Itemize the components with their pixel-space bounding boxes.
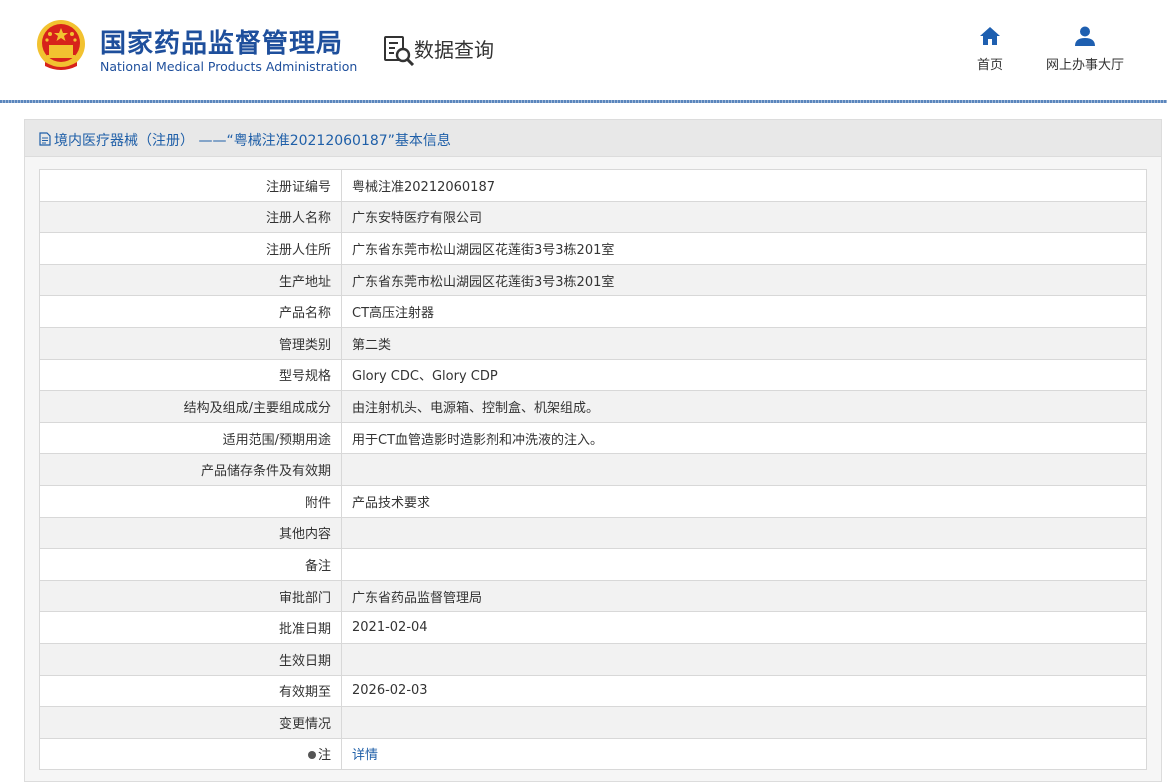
row-label: 产品名称: [39, 295, 342, 328]
site-header: 国家药品监督管理局 National Medical Products Admi…: [0, 0, 1167, 101]
home-icon: [980, 27, 1000, 45]
row-label: 附件: [39, 484, 342, 518]
row-value: 广东安特医疗有限公司: [341, 200, 1147, 234]
row-value: 广东省东莞市松山湖园区花莲街3号3栋201室: [341, 232, 1147, 265]
row-label: 型号规格: [39, 358, 342, 392]
table-row: 生产地址 广东省东莞市松山湖园区花莲街3号3栋201室: [39, 263, 1147, 297]
row-value: 2026-02-03: [341, 674, 1147, 708]
header-divider: [0, 100, 1167, 103]
row-label: 注册证编号: [39, 169, 342, 202]
registration-info-table: 注册证编号 粤械注准20212060187 注册人名称 广东安特医疗有限公司 注册人住所…: [39, 169, 1147, 771]
row-label: 审批部门: [39, 579, 342, 613]
national-emblem-icon: [37, 20, 85, 70]
document-icon: [39, 132, 51, 146]
table-row: 批准日期 2021-02-04: [39, 611, 1147, 644]
note-value-cell: 详情: [341, 737, 1147, 771]
note-label: 注: [317, 748, 331, 764]
row-value: CT高压注射器: [341, 295, 1147, 328]
row-value: [341, 516, 1147, 550]
user-icon: [1075, 26, 1095, 46]
row-value: 广东省药品监督管理局: [341, 579, 1147, 613]
row-label: 批准日期: [39, 611, 342, 644]
table-row: 审批部门 广东省药品监督管理局: [39, 579, 1147, 613]
row-label: 产品储存条件及有效期: [39, 453, 342, 486]
table-row: 结构及组成/主要组成成分 由注射机头、电源箱、控制盒、机架组成。: [39, 390, 1147, 423]
table-row: 有效期至 2026-02-03: [39, 674, 1147, 708]
nav-home[interactable]: 首页: [970, 24, 1010, 73]
table-row: 生效日期: [39, 642, 1147, 676]
table-row: 备注: [39, 548, 1147, 581]
row-value: 用于CT血管造影时造影剂和冲洗液的注入。: [341, 421, 1147, 455]
row-value: [341, 706, 1147, 739]
row-label: 生效日期: [39, 642, 342, 676]
row-value: 广东省东莞市松山湖园区花莲街3号3栋201室: [341, 263, 1147, 297]
row-label: 变更情况: [39, 706, 342, 739]
table-row: 注册人名称 广东安特医疗有限公司: [39, 200, 1147, 234]
row-value: 由注射机头、电源箱、控制盒、机架组成。: [341, 390, 1147, 423]
row-value: [341, 453, 1147, 486]
table-row: 管理类别 第二类: [39, 326, 1147, 360]
table-row: 产品储存条件及有效期: [39, 453, 1147, 486]
nav-home-label: 首页: [976, 58, 1003, 73]
row-label: 适用范围/预期用途: [39, 421, 342, 455]
info-panel: 境内医疗器械（注册） ——“粤械注准20212060187”基本信息 注册证编号…: [24, 119, 1162, 782]
row-value: [341, 548, 1147, 581]
table-row: 注册人住所 广东省东莞市松山湖园区花莲街3号3栋201室: [39, 232, 1147, 265]
row-value: 粤械注准20212060187: [341, 169, 1147, 202]
note-label-cell: 注: [39, 737, 342, 771]
table-row: 注册证编号 粤械注准20212060187: [39, 169, 1147, 202]
panel-title: 境内医疗器械（注册） ——“粤械注准20212060187”基本信息: [54, 133, 451, 149]
row-value: 2021-02-04: [341, 611, 1147, 644]
table-row: 附件 产品技术要求: [39, 484, 1147, 518]
details-link[interactable]: 详情: [352, 748, 378, 763]
row-value: 产品技术要求: [341, 484, 1147, 518]
row-value: 第二类: [341, 326, 1147, 360]
table-row: 其他内容: [39, 516, 1147, 550]
row-value: Glory CDC、Glory CDP: [341, 358, 1147, 392]
row-label: 管理类别: [39, 326, 342, 360]
panel-header: 境内医疗器械（注册） ——“粤械注准20212060187”基本信息: [25, 120, 1161, 157]
data-query-label[interactable]: 数据查询: [414, 34, 494, 63]
row-label: 生产地址: [39, 263, 342, 297]
nav-online-service-hall[interactable]: 网上办事大厅: [1040, 24, 1130, 73]
table-row: 变更情况: [39, 706, 1147, 739]
row-label: 结构及组成/主要组成成分: [39, 390, 342, 423]
data-query-icon: [384, 36, 415, 66]
row-label: 注册人名称: [39, 200, 342, 234]
site-name-en[interactable]: National Medical Products Administration: [100, 59, 357, 74]
row-value: [341, 642, 1147, 676]
table-row: 产品名称 CT高压注射器: [39, 295, 1147, 328]
row-label: 注册人住所: [39, 232, 342, 265]
row-label: 有效期至: [39, 674, 342, 708]
site-name-cn[interactable]: 国家药品监督管理局: [100, 23, 343, 60]
table-row: 型号规格 Glory CDC、Glory CDP: [39, 358, 1147, 392]
table-row: 适用范围/预期用途 用于CT血管造影时造影剂和冲洗液的注入。: [39, 421, 1147, 455]
row-label: 其他内容: [39, 516, 342, 550]
nav-hall-label: 网上办事大厅: [1045, 58, 1124, 73]
lightbulb-icon: [307, 750, 316, 759]
row-label: 备注: [39, 548, 342, 581]
table-row-note: 注 详情: [39, 737, 1147, 771]
